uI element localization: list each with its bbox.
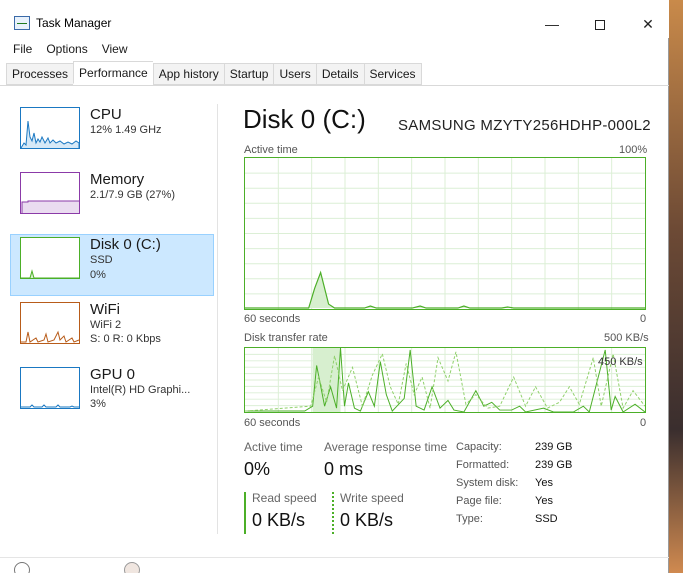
transfer-graph-mid: 450 KB/s [598, 356, 643, 368]
menu-file[interactable]: File [6, 40, 39, 60]
task-manager-icon [14, 16, 30, 30]
transfer-graph-timespan: 60 seconds [244, 417, 301, 429]
sidebar-item-detail: 0% [90, 269, 106, 281]
sidebar-item-disk[interactable]: Disk 0 (C:) SSD 0% [10, 234, 214, 296]
active-time-graph [244, 157, 646, 310]
tab-app-history[interactable]: App history [152, 63, 224, 85]
page-title: Disk 0 (C:) [243, 104, 366, 134]
tab-services[interactable]: Services [363, 63, 422, 85]
formatted-value: 239 GB [535, 459, 573, 471]
type-label: Type: [456, 513, 483, 525]
sidebar-item-cpu[interactable]: CPU 12% 1.49 GHz [10, 104, 214, 166]
write-speed-marker [332, 492, 334, 534]
system-disk-label: System disk: [456, 477, 519, 489]
cpu-thumbnail-graph [20, 107, 80, 149]
read-speed-marker [244, 492, 246, 534]
write-speed-value: 0 KB/s [340, 510, 394, 530]
transfer-rate-graph [244, 347, 646, 413]
sidebar-item-detail: 3% [90, 398, 106, 410]
sidebar-item-memory[interactable]: Memory 2.1/7.9 GB (27%) [10, 169, 214, 231]
sidebar-divider [217, 104, 218, 534]
sidebar-item-wifi[interactable]: WiFi WiFi 2 S: 0 R: 0 Kbps [10, 299, 214, 361]
performance-sidebar: CPU 12% 1.49 GHz Memory 2.1/7.9 GB (27%)… [10, 104, 214, 429]
read-speed-label: Read speed [252, 491, 317, 505]
menu-options[interactable]: Options [39, 40, 94, 60]
active-time-graph-min: 0 [640, 313, 647, 325]
maximize-button[interactable] [578, 11, 622, 37]
menu-view[interactable]: View [95, 40, 135, 60]
minimize-button[interactable]: — [530, 11, 574, 37]
write-speed-label: Write speed [340, 491, 404, 505]
page-file-value: Yes [535, 495, 553, 507]
resource-monitor-icon[interactable] [124, 562, 140, 573]
tab-details[interactable]: Details [315, 63, 364, 85]
fewer-details-icon[interactable] [14, 562, 30, 573]
memory-thumbnail-graph [20, 172, 80, 214]
sidebar-item-detail: S: 0 R: 0 Kbps [90, 333, 161, 345]
window-title: Task Manager [36, 16, 112, 30]
system-disk-value: Yes [535, 477, 553, 489]
task-manager-window: Task Manager — ✕ File Options View Proce… [0, 0, 669, 573]
sidebar-item-label: CPU [90, 106, 122, 123]
active-time-graph-label: Active time [244, 144, 298, 156]
response-time-stat-label: Average response time [324, 440, 448, 454]
sidebar-item-label: GPU 0 [90, 366, 136, 383]
sidebar-item-label: Disk 0 (C:) [90, 236, 161, 253]
read-speed-value: 0 KB/s [252, 510, 306, 530]
tab-users[interactable]: Users [273, 63, 316, 85]
sidebar-item-label: WiFi [90, 301, 120, 318]
menu-bar: File Options View [6, 40, 135, 60]
transfer-graph-max: 500 KB/s [604, 332, 649, 344]
transfer-graph-min: 0 [640, 417, 647, 429]
footer-bar [0, 557, 669, 573]
maximize-icon [595, 20, 605, 31]
sidebar-item-gpu[interactable]: GPU 0 Intel(R) HD Graphi... 3% [10, 364, 214, 426]
tab-performance[interactable]: Performance [73, 61, 153, 84]
capacity-label: Capacity: [456, 441, 502, 453]
disk-model: SAMSUNG MZYTY256HDHP-000L2 [398, 117, 651, 134]
capacity-value: 239 GB [535, 441, 573, 453]
active-time-stat-value: 0% [244, 459, 271, 479]
type-value: SSD [535, 513, 558, 525]
sidebar-item-detail: Intel(R) HD Graphi... [90, 384, 191, 396]
gpu-thumbnail-graph [20, 367, 80, 409]
active-time-stat-label: Active time [244, 440, 303, 454]
page-file-label: Page file: [456, 495, 502, 507]
title-bar[interactable]: Task Manager — ✕ [0, 0, 669, 38]
close-button[interactable]: ✕ [626, 11, 670, 37]
disk-thumbnail-graph [20, 237, 80, 279]
tab-strip: Processes Performance App history Startu… [6, 61, 422, 85]
tab-startup[interactable]: Startup [223, 63, 274, 85]
tab-processes[interactable]: Processes [6, 63, 74, 85]
response-time-stat-value: 0 ms [324, 459, 364, 479]
tab-divider [0, 85, 669, 86]
sidebar-item-detail: 2.1/7.9 GB (27%) [90, 189, 175, 201]
active-time-graph-timespan: 60 seconds [244, 313, 301, 325]
sidebar-item-detail: 12% 1.49 GHz [90, 124, 162, 136]
transfer-graph-label: Disk transfer rate [244, 332, 328, 344]
wifi-thumbnail-graph [20, 302, 80, 344]
sidebar-item-detail: SSD [90, 254, 113, 266]
active-time-graph-max: 100% [619, 144, 648, 156]
formatted-label: Formatted: [456, 459, 510, 471]
sidebar-item-label: Memory [90, 171, 145, 188]
sidebar-item-detail: WiFi 2 [90, 319, 122, 331]
